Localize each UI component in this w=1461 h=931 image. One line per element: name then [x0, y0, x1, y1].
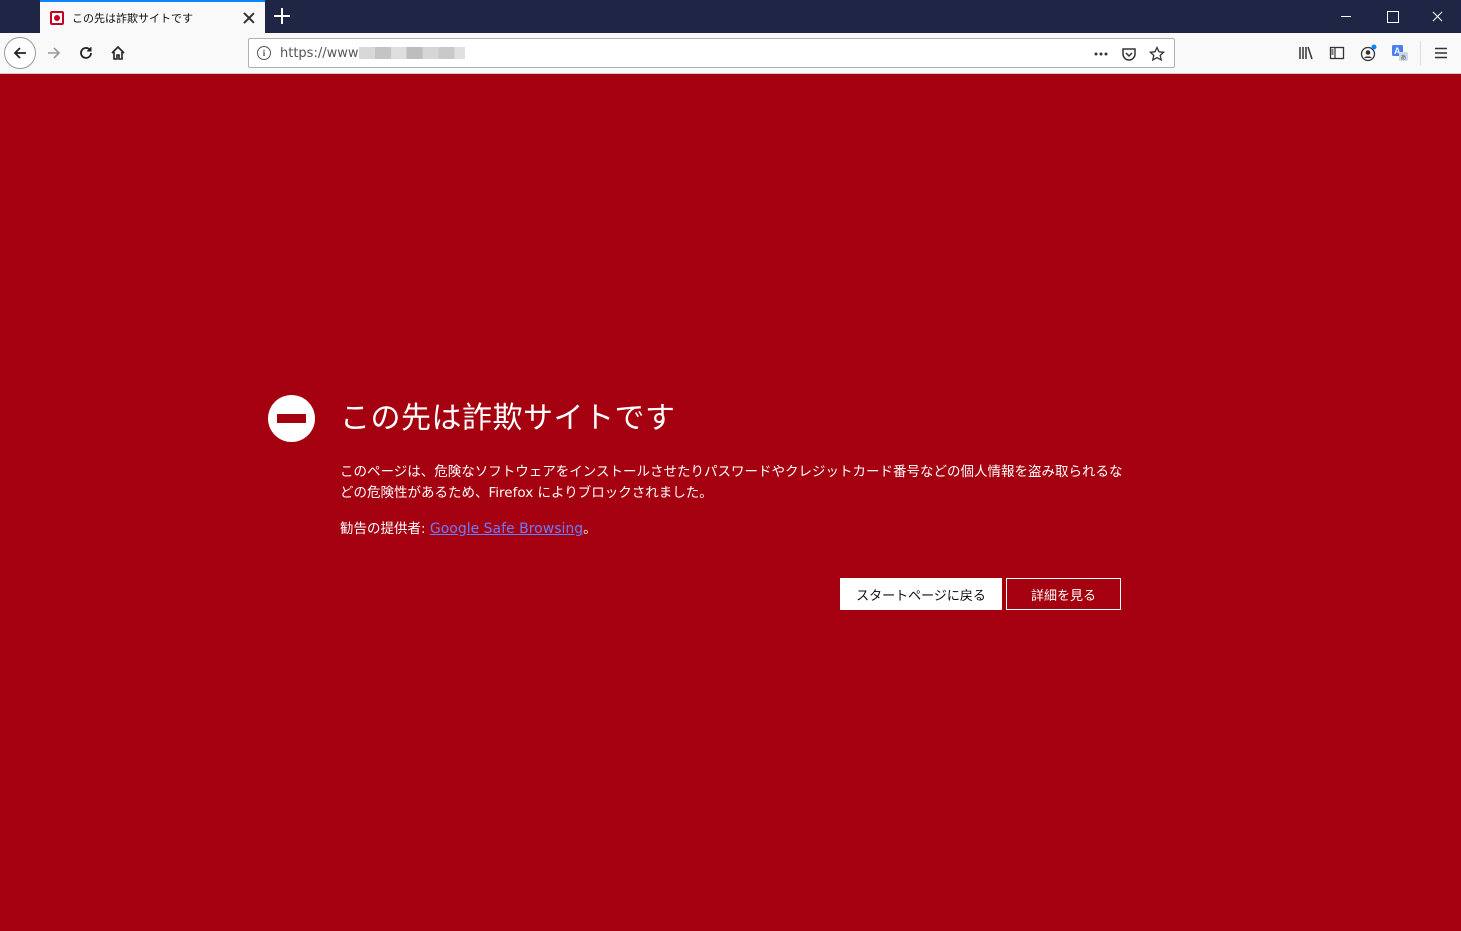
- arrow-left-icon: [13, 47, 26, 59]
- svg-text:あ: あ: [1401, 55, 1407, 62]
- ellipsis-icon: [1094, 52, 1108, 56]
- sidebar-icon: [1329, 46, 1345, 60]
- title-bar: この先は詐欺サイトです: [0, 0, 1461, 33]
- tab-title: この先は詐欺サイトです: [72, 11, 193, 25]
- provider-suffix: 。: [583, 521, 597, 537]
- url-redacted: [358, 47, 465, 59]
- url-actions: [1090, 43, 1168, 65]
- see-details-button[interactable]: 詳細を見る: [1006, 578, 1121, 610]
- library-button[interactable]: [1290, 37, 1322, 69]
- forward-button[interactable]: [38, 37, 70, 69]
- bookmark-button[interactable]: [1146, 43, 1168, 65]
- navigation-toolbar: i https://www Aあ: [0, 33, 1461, 74]
- blocked-icon: [268, 395, 315, 442]
- active-tab[interactable]: この先は詐欺サイトです: [40, 0, 265, 33]
- home-icon: [111, 45, 125, 60]
- site-info-icon[interactable]: i: [257, 46, 271, 60]
- back-button[interactable]: [4, 37, 36, 69]
- page-actions-button[interactable]: [1090, 43, 1112, 65]
- account-button[interactable]: [1353, 37, 1385, 69]
- window-maximize-button[interactable]: [1369, 0, 1415, 33]
- star-icon: [1149, 46, 1165, 62]
- url-bar[interactable]: i https://www: [248, 38, 1175, 68]
- translate-icon: Aあ: [1392, 45, 1408, 62]
- advisory-provider: 勧告の提供者: Google Safe Browsing。: [340, 517, 597, 537]
- page-title: この先は詐欺サイトです: [340, 401, 676, 436]
- pocket-icon: [1122, 48, 1136, 61]
- pocket-button[interactable]: [1118, 43, 1140, 65]
- window-minimize-button[interactable]: [1323, 0, 1369, 33]
- new-tab-button[interactable]: [272, 6, 292, 26]
- url-text: https://www: [280, 45, 359, 61]
- library-icon: [1299, 46, 1313, 60]
- safe-browsing-link[interactable]: Google Safe Browsing: [430, 521, 583, 537]
- toolbar-separator: [1420, 41, 1421, 65]
- account-icon: [1360, 44, 1377, 62]
- window-close-button[interactable]: [1415, 0, 1461, 33]
- warning-description: このページは、危険なソフトウェアをインストールさせたりパスワードやクレジットカー…: [340, 464, 1123, 501]
- sidebar-button[interactable]: [1321, 37, 1353, 69]
- go-back-button[interactable]: スタートページに戻る: [840, 578, 1002, 610]
- hamburger-menu-icon: [1435, 47, 1447, 59]
- reload-icon: [80, 47, 92, 59]
- tab-close-icon[interactable]: [241, 10, 257, 26]
- arrow-right-icon: [48, 47, 61, 59]
- translate-button[interactable]: Aあ: [1384, 37, 1416, 69]
- reload-button[interactable]: [70, 37, 102, 69]
- blocked-favicon-icon: [50, 10, 64, 25]
- menu-button[interactable]: [1425, 37, 1457, 69]
- provider-label: 勧告の提供者:: [340, 521, 430, 537]
- home-button[interactable]: [102, 37, 134, 69]
